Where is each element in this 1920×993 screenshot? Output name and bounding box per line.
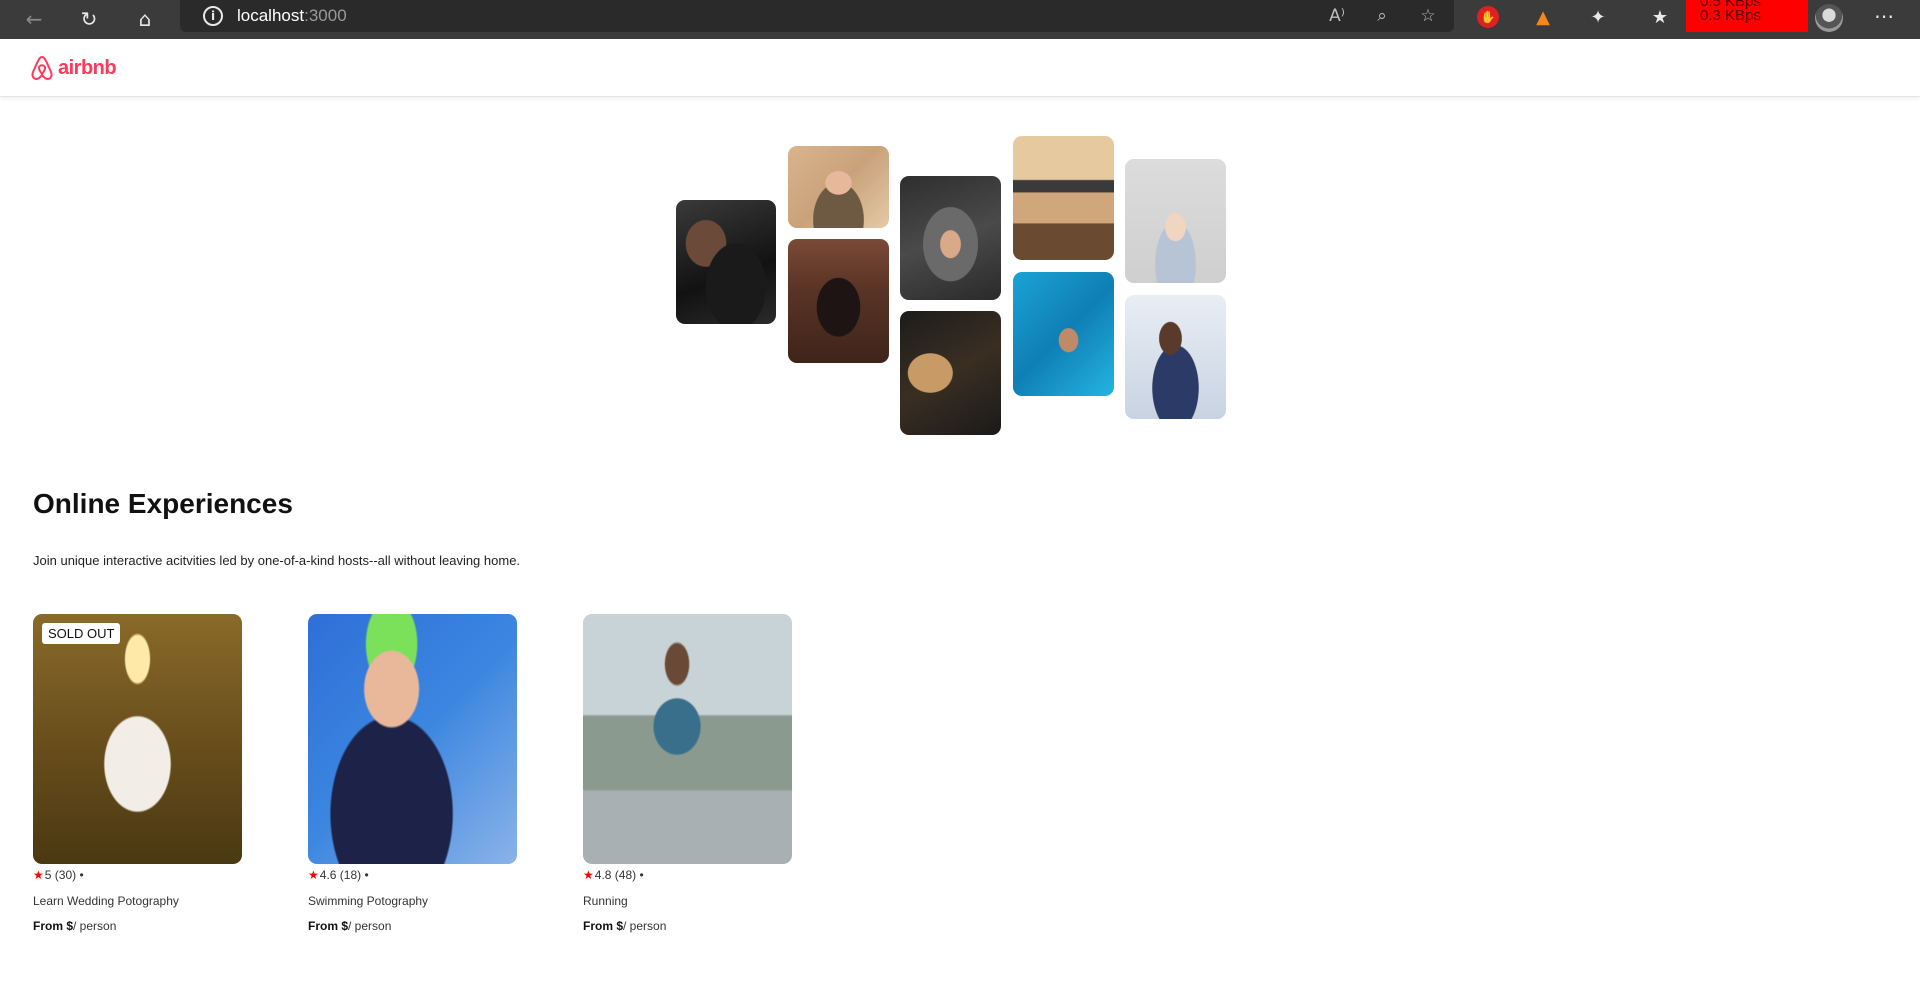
- sold-out-badge: SOLD OUT: [42, 623, 121, 644]
- hero-photo-guitar: [900, 311, 1001, 435]
- experience-card[interactable]: ★ 4.8 (48) • Running From $/ person: [583, 614, 792, 933]
- hero-photo-dancer-doorway: [788, 239, 889, 363]
- card-title: Swimming Potography: [308, 894, 429, 908]
- more-menu-icon[interactable]: ⋯: [1874, 4, 1894, 28]
- card-rating: 5: [44, 868, 52, 882]
- experience-card[interactable]: ★ 4.6 (18) • Swimming Potography From $/…: [308, 614, 517, 933]
- browser-toolbar: ← ↻ ⌂ i localhost:3000 A⁾ ⌕ ☆ ✋ ▲ ✦ ★ 0.…: [0, 0, 1920, 39]
- card-stats: ★ 5 (30) •: [33, 868, 242, 882]
- card-price: From $/ person: [308, 919, 517, 933]
- hero-photo-portrait-woman: [788, 146, 889, 228]
- reload-icon[interactable]: ↻: [75, 5, 103, 33]
- card-price: From $/ person: [583, 919, 792, 933]
- zoom-out-icon[interactable]: ⌕: [1370, 4, 1394, 28]
- star-icon: ★: [308, 868, 319, 882]
- url-host: localhost: [237, 6, 305, 25]
- adblock-extension-icon[interactable]: ✋: [1477, 6, 1499, 28]
- site-info-icon[interactable]: i: [203, 6, 223, 26]
- hero-photo-food-bowl: [900, 176, 1001, 300]
- site-header: airbnb: [0, 39, 1920, 97]
- experience-card[interactable]: SOLD OUT ★ 5 (30) • Learn Wedding Potogr…: [33, 614, 242, 933]
- card-image[interactable]: SOLD OUT: [33, 614, 242, 864]
- card-stats: ★ 4.8 (48) •: [583, 868, 792, 882]
- card-reviews: (30): [54, 868, 77, 882]
- card-reviews: (18): [339, 868, 362, 882]
- hero-photo-microphone-piano: [1013, 136, 1114, 260]
- hero-photo-yoga: [1125, 159, 1226, 283]
- favorites-icon[interactable]: ★: [1647, 4, 1673, 30]
- airbnb-logo-icon: [31, 55, 53, 81]
- read-aloud-icon[interactable]: A⁾: [1325, 4, 1349, 28]
- hero-photo-cooking: [676, 200, 776, 324]
- star-icon: ★: [583, 868, 594, 882]
- card-stats: ★ 4.6 (18) •: [308, 868, 517, 882]
- home-icon[interactable]: ⌂: [131, 5, 159, 33]
- card-image[interactable]: [583, 614, 792, 864]
- add-favorite-icon[interactable]: ☆: [1416, 4, 1440, 28]
- bullet-separator: •: [79, 868, 84, 882]
- price-prefix: From $: [583, 919, 624, 933]
- star-icon: ★: [33, 868, 44, 882]
- extensions-icon[interactable]: ✦: [1585, 4, 1611, 30]
- address-bar[interactable]: i localhost:3000 A⁾ ⌕ ☆: [180, 0, 1454, 32]
- card-rating: 4.6: [319, 868, 337, 882]
- card-rating: 4.8: [594, 868, 612, 882]
- price-suffix: / person: [623, 919, 667, 933]
- bullet-separator: •: [364, 868, 369, 882]
- hero-photo-swimmer: [1013, 272, 1114, 396]
- profile-avatar[interactable]: [1815, 4, 1843, 32]
- card-title: Learn Wedding Potography: [33, 894, 179, 908]
- hero-photo-singer: [1125, 295, 1226, 419]
- section-subtitle: Join unique interactive acitvities led b…: [33, 553, 521, 568]
- card-title: Running: [583, 894, 628, 908]
- network-speed-widget: 0.5 KBps 0.3 KBps: [1686, 0, 1808, 32]
- card-image[interactable]: [308, 614, 517, 864]
- metamask-extension-icon[interactable]: ▲: [1530, 4, 1556, 30]
- price-suffix: / person: [73, 919, 117, 933]
- url-text[interactable]: localhost:3000: [237, 6, 347, 26]
- card-reviews: (48): [614, 868, 637, 882]
- bullet-separator: •: [639, 868, 644, 882]
- price-prefix: From $: [33, 919, 74, 933]
- back-arrow-icon[interactable]: ←: [20, 5, 48, 33]
- upload-speed: 0.3 KBps: [1700, 7, 1761, 24]
- url-port: :3000: [304, 6, 347, 25]
- section-title: Online Experiences: [33, 488, 293, 519]
- card-price: From $/ person: [33, 919, 242, 933]
- logo-text: airbnb: [58, 56, 117, 79]
- price-suffix: / person: [348, 919, 392, 933]
- price-prefix: From $: [308, 919, 349, 933]
- airbnb-logo[interactable]: airbnb: [30, 55, 117, 81]
